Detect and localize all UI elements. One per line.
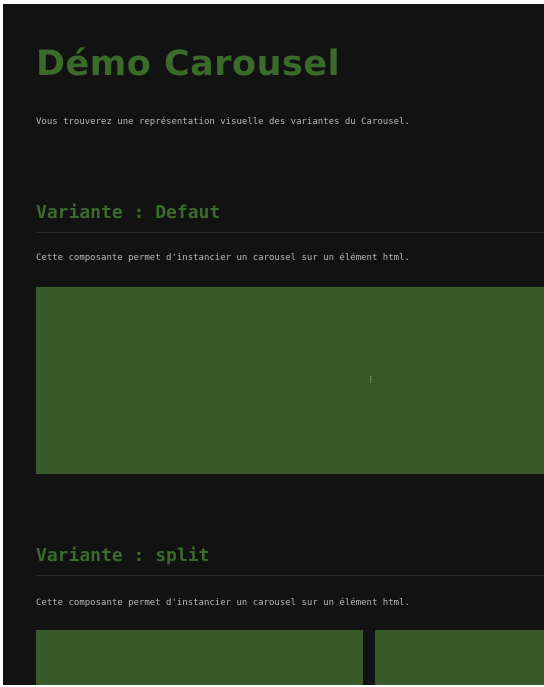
section-description-defaut: Cette composante permet d'instancier un … <box>36 253 410 263</box>
section-title-defaut: Variante : Defaut <box>36 202 221 223</box>
page-intro: Vous trouverez une représentation visuel… <box>36 117 410 127</box>
section-title-split: Variante : split <box>36 545 210 566</box>
carousel-split-pane-left[interactable] <box>36 630 363 685</box>
carousel-split-pane-right[interactable] <box>375 630 544 685</box>
section-divider <box>36 232 544 233</box>
demo-page: Démo Carousel Vous trouverez une représe… <box>3 4 544 685</box>
section-divider <box>36 575 544 576</box>
section-description-split: Cette composante permet d'instancier un … <box>36 598 410 608</box>
carousel-split <box>36 630 544 685</box>
carousel-default[interactable]: ⁝ <box>36 287 544 474</box>
carousel-indicator[interactable]: ⁝ <box>369 375 372 386</box>
page-title: Démo Carousel <box>36 44 341 84</box>
